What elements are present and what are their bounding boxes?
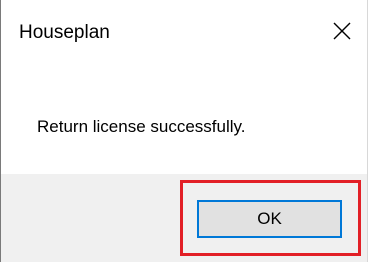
- dialog-title: Houseplan: [19, 22, 110, 43]
- close-button[interactable]: [317, 8, 367, 54]
- dialog-content: Return license successfully.: [1, 64, 367, 174]
- close-icon: [333, 22, 351, 40]
- ok-button[interactable]: OK: [197, 200, 342, 238]
- dialog-message: Return license successfully.: [37, 117, 246, 136]
- title-bar: Houseplan: [1, 0, 367, 64]
- ok-button-label: OK: [257, 209, 282, 228]
